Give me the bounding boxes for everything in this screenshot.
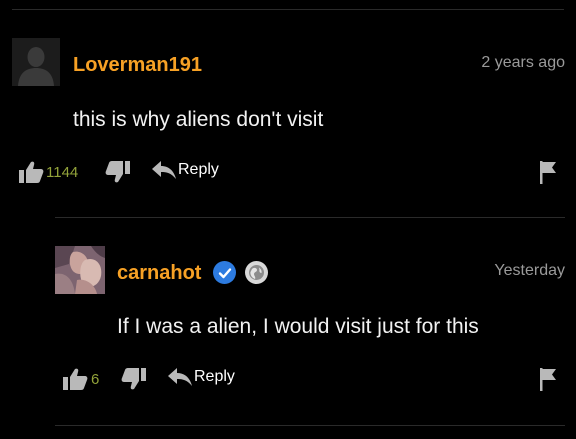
- reply-label: Reply: [178, 161, 219, 178]
- reply-button[interactable]: Reply: [167, 367, 235, 387]
- default-avatar-icon: [12, 38, 60, 86]
- avatar[interactable]: [12, 38, 60, 86]
- comment-text: this is why aliens don't visit: [73, 108, 324, 131]
- thumbs-down-icon: [105, 161, 130, 183]
- thumbs-up-icon: [63, 368, 88, 390]
- top-divider: [12, 9, 564, 10]
- reply-arrow-icon: [168, 368, 192, 386]
- bottom-divider: [55, 425, 565, 426]
- comment-author[interactable]: carnahot: [117, 262, 201, 285]
- globe-badge-icon: [249, 265, 264, 280]
- comment-text: If I was a alien, I would visit just for…: [117, 315, 479, 338]
- reply-arrow-icon: [152, 161, 176, 179]
- verified-check-icon: [218, 267, 231, 278]
- comment-timestamp: Yesterday: [494, 262, 565, 279]
- flag-icon: [540, 161, 556, 184]
- like-button[interactable]: 6: [62, 367, 99, 391]
- globe-badge: [245, 261, 268, 284]
- verified-badge: [213, 261, 236, 284]
- reply-button[interactable]: Reply: [151, 160, 219, 180]
- dislike-button[interactable]: [121, 367, 147, 391]
- comment-divider: [55, 217, 565, 218]
- comment-timestamp: 2 years ago: [481, 54, 565, 71]
- like-count: 6: [91, 370, 100, 388]
- like-count: 1144: [46, 163, 79, 181]
- reply-label: Reply: [194, 368, 235, 385]
- thumbs-up-icon: [19, 161, 44, 183]
- like-button[interactable]: 1144: [18, 160, 78, 184]
- flag-button[interactable]: [538, 367, 558, 396]
- avatar-photo: [55, 246, 105, 294]
- thumbs-down-icon: [121, 368, 146, 390]
- flag-icon: [540, 368, 556, 391]
- comment-author[interactable]: Loverman191: [73, 54, 202, 77]
- dislike-button[interactable]: [105, 160, 131, 184]
- avatar[interactable]: [55, 246, 105, 294]
- flag-button[interactable]: [538, 160, 558, 189]
